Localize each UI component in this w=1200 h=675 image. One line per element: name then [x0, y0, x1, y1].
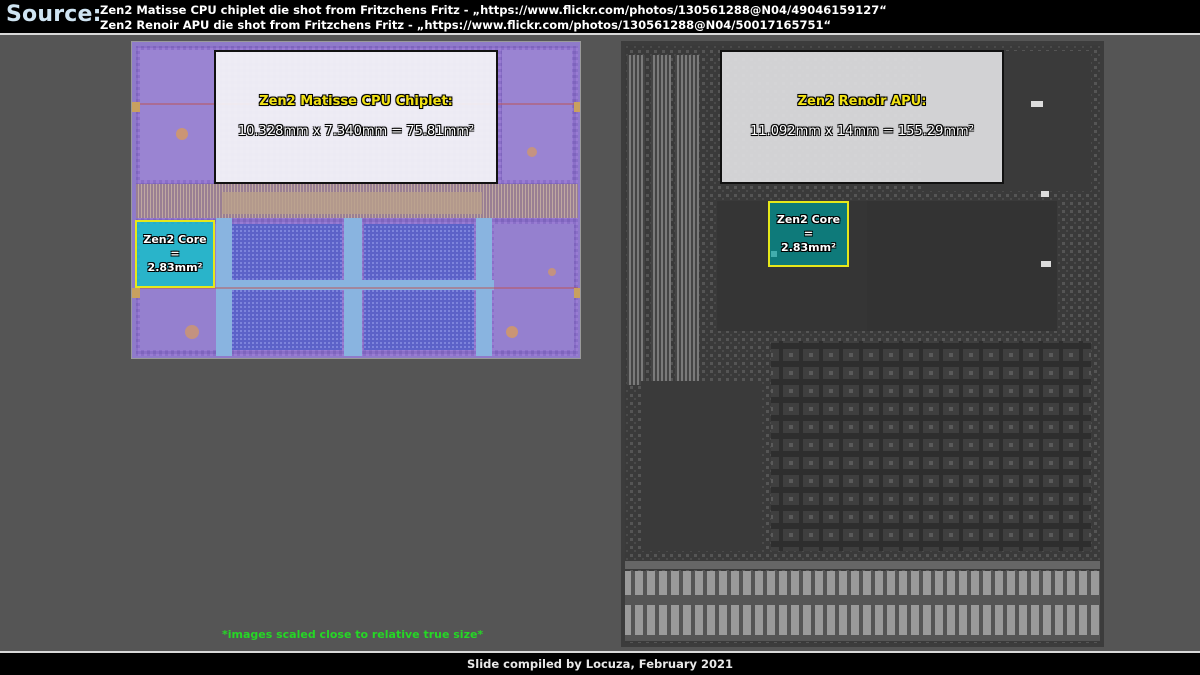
- source-header: Source: Zen2 Matisse CPU chiplet die sho…: [0, 0, 1200, 35]
- core-equals: =: [170, 247, 180, 260]
- core-label: Zen2 Core: [776, 213, 841, 226]
- renoir-die-size: 11.092mm x 14mm = 155.29mm²: [750, 124, 974, 139]
- footer: Slide compiled by Locuza, February 2021: [0, 651, 1200, 675]
- core-area: 2.83mm²: [147, 261, 203, 274]
- core-area: 2.83mm²: [781, 241, 836, 254]
- renoir-core-highlight: Zen2 Core = 2.83mm²: [768, 201, 849, 267]
- source-label: Source:: [6, 2, 102, 27]
- scale-note: *images scaled close to relative true si…: [222, 628, 484, 641]
- core-label: Zen2 Core: [143, 233, 207, 246]
- matisse-info-box: Zen2 Matisse CPU Chiplet: 10.328mm x 7.3…: [214, 50, 498, 184]
- matisse-core-highlight: Zen2 Core = 2.83mm²: [135, 220, 215, 288]
- renoir-info-box: Zen2 Renoir APU: 11.092mm x 14mm = 155.2…: [720, 50, 1004, 184]
- matisse-title: Zen2 Matisse CPU Chiplet:: [259, 94, 453, 109]
- source-line-matisse: Zen2 Matisse CPU chiplet die shot from F…: [100, 3, 887, 17]
- source-line-renoir: Zen2 Renoir APU die shot from Fritzchens…: [100, 18, 832, 32]
- core-equals: =: [803, 227, 814, 240]
- credit-text: Slide compiled by Locuza, February 2021: [466, 657, 734, 671]
- matisse-die-size: 10.328mm x 7.340mm = 75.81mm²: [237, 124, 475, 139]
- renoir-title: Zen2 Renoir APU:: [797, 94, 927, 109]
